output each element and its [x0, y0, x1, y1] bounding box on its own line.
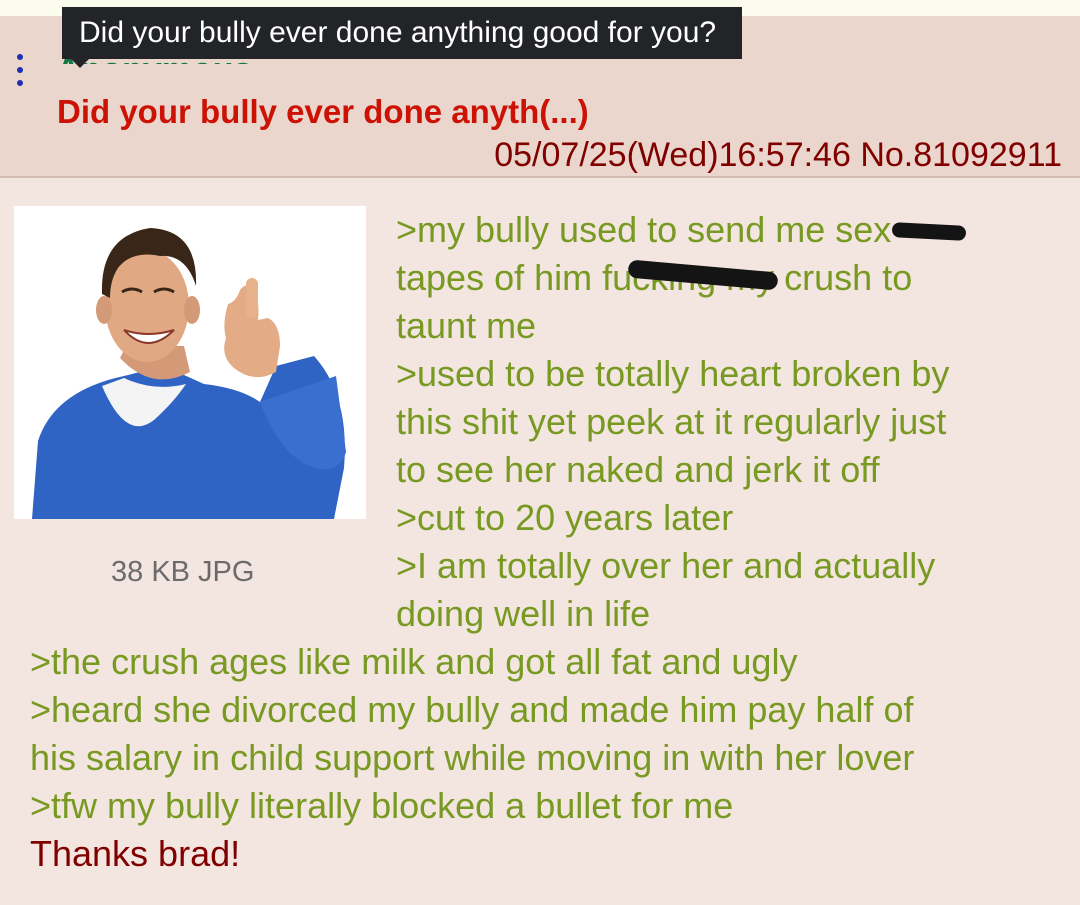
comment-line: >used to be totally heart broken by [396, 353, 950, 394]
comment-line: >cut to 20 years later [396, 497, 734, 538]
comment-line: >tfw my bully literally blocked a bullet… [30, 785, 734, 826]
comment-line: >my bully used to send me sex [396, 209, 892, 250]
comment-line: >heard she divorced my bully and made hi… [30, 689, 914, 730]
comment-line: to see her naked and jerk it off [396, 449, 880, 490]
post-thumbnail[interactable] [14, 206, 366, 519]
post-date: 05/07/25(Wed)16:57:46 [494, 136, 851, 174]
comment-line: this shit yet peek at it regularly just [396, 401, 947, 442]
redaction-mark [891, 222, 967, 241]
vertical-ellipsis-icon[interactable] [12, 54, 28, 94]
post-number[interactable]: No.81092911 [860, 136, 1062, 174]
file-info[interactable]: 38 KB JPG [111, 554, 254, 590]
comment-closing: Thanks brad! [30, 833, 241, 874]
tooltip-arrow [70, 58, 90, 68]
subject-tooltip: Did your bully ever done anything good f… [62, 7, 742, 59]
post-datetime: 05/07/25(Wed)16:57:46 No.81092911 [494, 135, 1062, 175]
comment-line: his salary in child support while moving… [30, 737, 915, 778]
comment-line: >the crush ages like milk and got all fa… [30, 641, 798, 682]
post-subject[interactable]: Did your bully ever done anyth(...) [57, 92, 589, 132]
comment-line: doing well in life [396, 593, 651, 634]
comment-line: taunt me [396, 305, 537, 346]
thumbnail-image [14, 206, 366, 519]
comment-line: >I am totally over her and actually [396, 545, 936, 586]
